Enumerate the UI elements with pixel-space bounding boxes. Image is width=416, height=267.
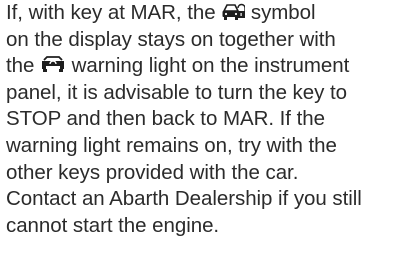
text-line-2: on the display stays on together with <box>6 27 336 51</box>
text-segment: the <box>6 54 40 78</box>
immobilizer-instructions-paragraph: If, with key at MAR, the symbol on the d… <box>6 0 416 239</box>
text-line-6: warning light remains on, try with the <box>6 133 337 157</box>
text-line-3: the warning light on the instrument <box>6 53 416 80</box>
text-line-5: STOP and then back to MAR. If the <box>6 107 325 131</box>
text-line-4: panel, it is advisable to turn the key t… <box>6 80 347 104</box>
text-line-7: other keys provided with the car. <box>6 160 299 184</box>
text-segment: If, with key at MAR, the <box>6 1 222 24</box>
text-line-1: If, with key at MAR, the symbol <box>6 0 416 27</box>
text-segment: symbol <box>245 1 316 24</box>
manual-page: If, with key at MAR, the symbol on the d… <box>0 0 416 267</box>
car-key-lock-icon <box>221 2 246 22</box>
text-line-9: cannot start the engine. <box>6 213 220 237</box>
immobilizer-warning-light-icon <box>40 55 66 75</box>
text-segment: warning light on the instrument <box>66 54 350 78</box>
text-line-8: Contact an Abarth Dealership if you stil… <box>6 187 362 211</box>
